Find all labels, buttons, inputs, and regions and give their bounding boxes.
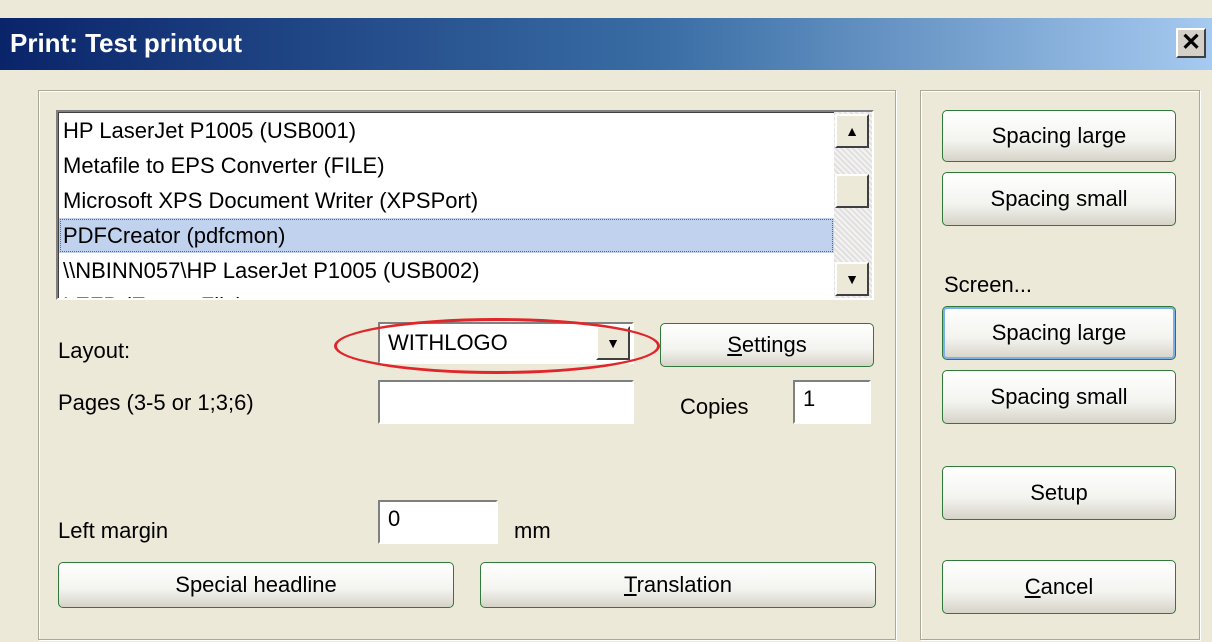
printer-list-item[interactable]: Microsoft XPS Document Writer (XPSPort): [59, 183, 834, 218]
screen-spacing-small-button[interactable]: Spacing small: [942, 370, 1176, 424]
cancel-button[interactable]: Cancel: [942, 560, 1176, 614]
special-headline-button[interactable]: Special headline: [58, 562, 454, 608]
printer-list-item[interactable]: PDFCreator (pdfcmon): [59, 218, 834, 253]
screen-spacing-large-button[interactable]: Spacing large: [942, 306, 1176, 360]
pages-label: Pages (3-5 or 1;3;6): [58, 390, 254, 415]
close-icon: ✕: [1180, 29, 1202, 56]
window-title: Print: Test printout: [10, 28, 243, 58]
printer-list-item[interactable]: LEFP (Export File): [59, 288, 834, 298]
printer-list-item[interactable]: HP LaserJet P1005 (USB001): [59, 113, 834, 148]
settings-button-label: Settings: [727, 332, 807, 357]
settings-button[interactable]: Settings: [660, 323, 874, 367]
print-spacing-small-label: Spacing small: [990, 186, 1128, 211]
setup-label: Setup: [1030, 480, 1088, 505]
left-margin-input[interactable]: 0: [378, 500, 498, 544]
print-dialog: Print: Test printout ✕ HP LaserJet P1005…: [0, 0, 1212, 642]
scroll-up-button[interactable]: ▲: [835, 114, 869, 148]
layout-label: Layout:: [58, 338, 131, 363]
print-spacing-large-button[interactable]: Spacing large: [942, 110, 1176, 162]
print-spacing-small-button[interactable]: Spacing small: [942, 172, 1176, 226]
printer-list[interactable]: HP LaserJet P1005 (USB001) Metafile to EP…: [56, 110, 874, 300]
layout-select-value: WITHLOGO: [388, 330, 508, 355]
screen-spacing-large-label: Spacing large: [991, 320, 1127, 345]
printer-list-item[interactable]: \\NBINN057\HP LaserJet P1005 (USB002): [59, 253, 834, 288]
printer-list-scrollbar[interactable]: ▲ ▼: [834, 112, 872, 298]
layout-dropdown-button[interactable]: ▼: [596, 326, 630, 360]
screen-spacing-small-label: Spacing small: [990, 384, 1128, 409]
printer-list-items: HP LaserJet P1005 (USB001) Metafile to EP…: [58, 112, 834, 298]
cancel-label: Cancel: [1024, 574, 1094, 599]
arrow-down-icon: ▼: [845, 271, 859, 287]
special-headline-label: Special headline: [175, 572, 337, 597]
printer-list-item[interactable]: Metafile to EPS Converter (FILE): [59, 148, 834, 183]
translation-button[interactable]: Translation: [480, 562, 876, 608]
arrow-up-icon: ▲: [845, 123, 859, 139]
pages-input[interactable]: [378, 380, 634, 424]
copies-label: Copies: [680, 394, 749, 419]
setup-button[interactable]: Setup: [942, 466, 1176, 520]
scroll-down-button[interactable]: ▼: [835, 262, 869, 296]
left-margin-unit: mm: [514, 518, 551, 543]
title-bar[interactable]: Print: Test printout ✕: [0, 18, 1212, 70]
scroll-thumb[interactable]: [835, 174, 869, 208]
chevron-down-icon: ▼: [606, 335, 620, 351]
translation-label: Translation: [623, 572, 732, 597]
close-button[interactable]: ✕: [1176, 28, 1206, 58]
left-margin-label: Left margin: [58, 518, 169, 543]
screen-section-label: Screen...: [944, 272, 1033, 297]
print-spacing-large-label: Spacing large: [991, 123, 1127, 148]
layout-select[interactable]: WITHLOGO ▼: [378, 322, 634, 364]
copies-input[interactable]: 1: [793, 380, 871, 424]
